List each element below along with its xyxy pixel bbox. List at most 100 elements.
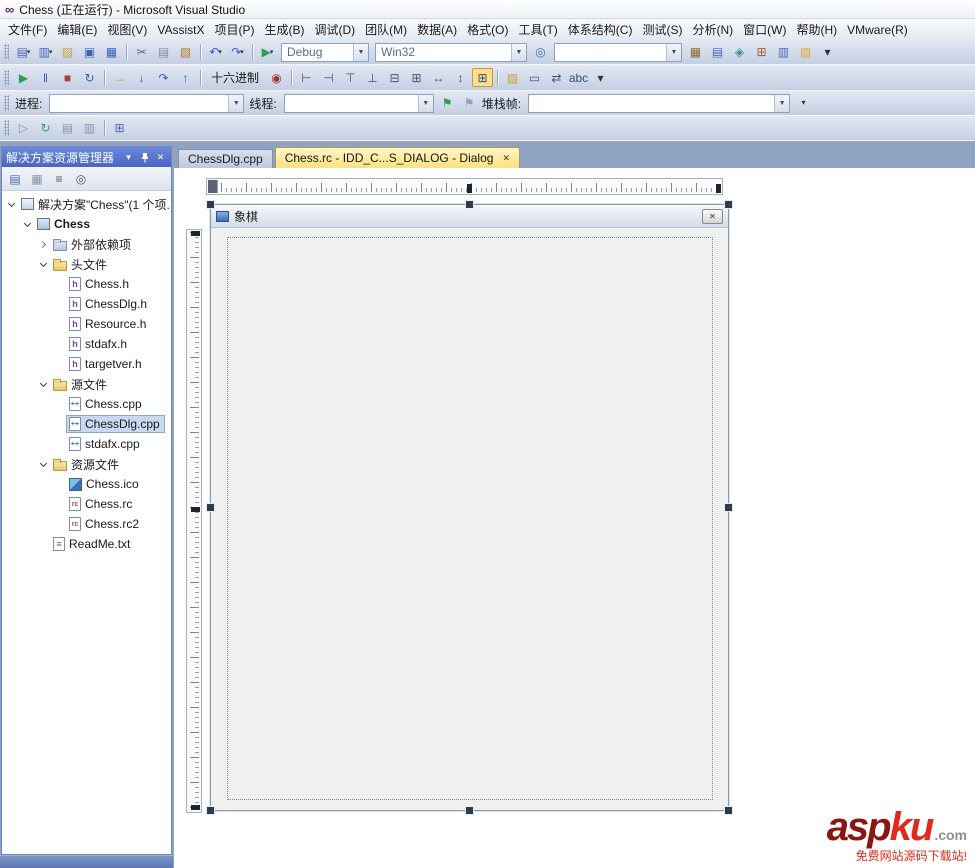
make-same-width-icon[interactable]: ↔ bbox=[428, 68, 449, 87]
new-project-icon[interactable]: ▤ ▾ bbox=[13, 43, 34, 62]
menu-item[interactable]: 生成(B) bbox=[259, 19, 309, 40]
show-next-statement-icon[interactable]: → bbox=[109, 68, 130, 87]
step-over-icon[interactable]: ↷ bbox=[153, 68, 174, 87]
search-icon[interactable]: ◎ bbox=[71, 170, 91, 188]
continue-icon[interactable]: ▶ bbox=[13, 68, 34, 87]
combo-dropdown-icon[interactable]: ▼ bbox=[666, 43, 681, 61]
make-same-height-icon[interactable]: ↕ bbox=[450, 68, 471, 87]
resize-handle-middle-right[interactable] bbox=[724, 503, 733, 512]
menu-item[interactable]: VMware(R) bbox=[842, 21, 913, 39]
toolbar-grip[interactable] bbox=[4, 120, 9, 136]
menu-item[interactable]: 窗口(W) bbox=[738, 19, 791, 40]
paste-icon[interactable]: ▧ bbox=[175, 43, 196, 62]
menu-item[interactable]: 编辑(E) bbox=[52, 19, 102, 40]
menu-item[interactable]: 文件(F) bbox=[3, 19, 52, 40]
align-bottoms-icon[interactable]: ⊥ bbox=[362, 68, 383, 87]
tree-expander-icon[interactable] bbox=[36, 237, 50, 251]
document-tab[interactable]: Chess.rc - IDD_C...S_DIALOG - Dialog ✕ bbox=[274, 147, 520, 168]
tree-expander-icon[interactable] bbox=[36, 257, 50, 271]
menu-item[interactable]: 体系结构(C) bbox=[563, 19, 638, 40]
dialog-close-button[interactable]: ✕ bbox=[702, 208, 723, 224]
pin-icon[interactable] bbox=[138, 150, 151, 164]
tree-expander-icon[interactable] bbox=[36, 457, 50, 471]
flag-threads-icon[interactable]: ⚑ bbox=[459, 94, 480, 113]
dialog-titlebar[interactable]: 象棋 ✕ bbox=[211, 205, 728, 228]
copy-icon[interactable]: ▤ bbox=[153, 43, 174, 62]
window-position-icon[interactable]: ▾ bbox=[122, 150, 135, 164]
redo-icon[interactable]: ↷ ▾ bbox=[227, 43, 248, 62]
menu-item[interactable]: 项目(P) bbox=[209, 19, 259, 40]
solution-platform-combobox[interactable]: Win32 ▼ bbox=[375, 42, 527, 62]
spell-check-icon[interactable]: abc bbox=[568, 68, 589, 87]
toggle-grid-icon[interactable]: ⊞ bbox=[472, 68, 494, 87]
combo-dropdown-icon[interactable]: ▼ bbox=[417, 94, 433, 112]
restart-icon[interactable]: ↻ bbox=[79, 68, 100, 87]
center-vertical-icon[interactable]: ⊞ bbox=[406, 68, 427, 87]
combo-dropdown-icon[interactable]: ▼ bbox=[228, 94, 244, 112]
object-browser-icon[interactable]: ◈ bbox=[729, 43, 750, 62]
tree-item[interactable]: 资源文件 bbox=[2, 454, 171, 474]
tree-item[interactable]: Chess bbox=[2, 214, 171, 234]
step-into-icon[interactable]: ↓ bbox=[131, 68, 152, 87]
tree-item[interactable]: Chess.ico bbox=[2, 474, 171, 494]
add-item-icon[interactable]: ▥ ▾ bbox=[35, 43, 56, 62]
undo-icon[interactable]: ↶ ▾ bbox=[205, 43, 226, 62]
pages-icon[interactable]: ▥ bbox=[79, 119, 100, 138]
window-layout-icon[interactable]: ⊞ bbox=[109, 119, 130, 138]
copy-icon-2[interactable]: ▤ bbox=[57, 119, 78, 138]
close-icon[interactable]: ✕ bbox=[154, 150, 167, 164]
step-out-icon[interactable]: ↑ bbox=[175, 68, 196, 87]
toolbar-options-icon[interactable]: ▾ bbox=[590, 68, 611, 87]
dialog-client-area[interactable] bbox=[227, 237, 713, 800]
resize-handle-bottom-right[interactable] bbox=[724, 806, 733, 815]
solution-configuration-combobox[interactable]: Debug ▼ bbox=[281, 42, 369, 62]
align-lefts-icon[interactable]: ⊢ bbox=[296, 68, 317, 87]
tab-order-icon[interactable]: ⇄ bbox=[546, 68, 567, 87]
solution-explorer-icon[interactable]: ▦ bbox=[685, 43, 706, 62]
toolbox-icon[interactable]: ⊞ bbox=[751, 43, 772, 62]
find-combobox[interactable]: ▼ bbox=[554, 42, 682, 62]
menu-item[interactable]: 格式(O) bbox=[462, 19, 513, 40]
menu-item[interactable]: 视图(V) bbox=[102, 19, 152, 40]
tree-item[interactable]: h Chess.h bbox=[2, 274, 171, 294]
resize-handle-bottom-left[interactable] bbox=[206, 806, 215, 815]
tree-expander-icon[interactable] bbox=[20, 217, 34, 231]
test-dialog-icon[interactable]: ▭ bbox=[524, 68, 545, 87]
command-window-icon[interactable]: ▥ bbox=[773, 43, 794, 62]
tree-item[interactable]: h Resource.h bbox=[2, 314, 171, 334]
tree-expander-icon[interactable] bbox=[36, 377, 50, 391]
tree-item[interactable]: h ChessDlg.h bbox=[2, 294, 171, 314]
properties-window-icon[interactable]: ▤ bbox=[707, 43, 728, 62]
toolbar-options-icon[interactable]: ▾ bbox=[793, 94, 814, 113]
find-in-files-icon[interactable]: ◎ bbox=[530, 43, 551, 62]
tree-expander-icon[interactable] bbox=[4, 197, 18, 211]
toolbar-grip[interactable] bbox=[4, 44, 9, 60]
show-threads-flag-icon[interactable]: ⚑ bbox=[437, 94, 458, 113]
tree-item[interactable]: 源文件 bbox=[2, 374, 171, 394]
open-file-icon[interactable]: ▨ bbox=[57, 43, 78, 62]
process-combobox[interactable]: ▼ bbox=[49, 93, 245, 113]
resize-handle-top-left[interactable] bbox=[206, 200, 215, 209]
show-all-files-icon[interactable]: ▦ bbox=[27, 170, 47, 188]
breakpoints-window-icon[interactable]: ◉ bbox=[266, 68, 287, 87]
refresh-icon[interactable]: ↻ bbox=[35, 119, 56, 138]
menu-item[interactable]: 工具(T) bbox=[513, 19, 562, 40]
new-folder-icon[interactable]: ▨ bbox=[502, 68, 523, 87]
dialog-design-window[interactable]: 象棋 ✕ bbox=[210, 204, 729, 811]
properties-icon[interactable]: ▤ bbox=[5, 170, 25, 188]
align-rights-icon[interactable]: ⊣ bbox=[318, 68, 339, 87]
tab-close-icon[interactable]: ✕ bbox=[502, 153, 510, 164]
resize-handle-middle-left[interactable] bbox=[206, 503, 215, 512]
stop-debugging-icon[interactable]: ■ bbox=[57, 68, 78, 87]
view-code-icon[interactable]: ≡ bbox=[49, 170, 69, 188]
thread-combobox[interactable]: ▼ bbox=[283, 93, 434, 113]
menu-item[interactable]: VAssistX bbox=[152, 21, 209, 39]
dialog-designer-surface[interactable]: 象棋 ✕ asp ku .com 免费网站源码下载站! bbox=[174, 168, 975, 868]
toolbar-options-icon[interactable]: ▾ bbox=[817, 43, 838, 62]
tree-item[interactable]: ++ Chess.cpp bbox=[2, 394, 171, 414]
combo-dropdown-icon[interactable]: ▼ bbox=[511, 43, 526, 61]
start-debugging-icon[interactable]: ▶ ▾ bbox=[257, 43, 278, 62]
combo-dropdown-icon[interactable]: ▼ bbox=[774, 94, 790, 112]
tree-item[interactable]: 外部依赖项 bbox=[2, 234, 171, 254]
break-all-icon[interactable]: ‖ bbox=[35, 68, 56, 87]
